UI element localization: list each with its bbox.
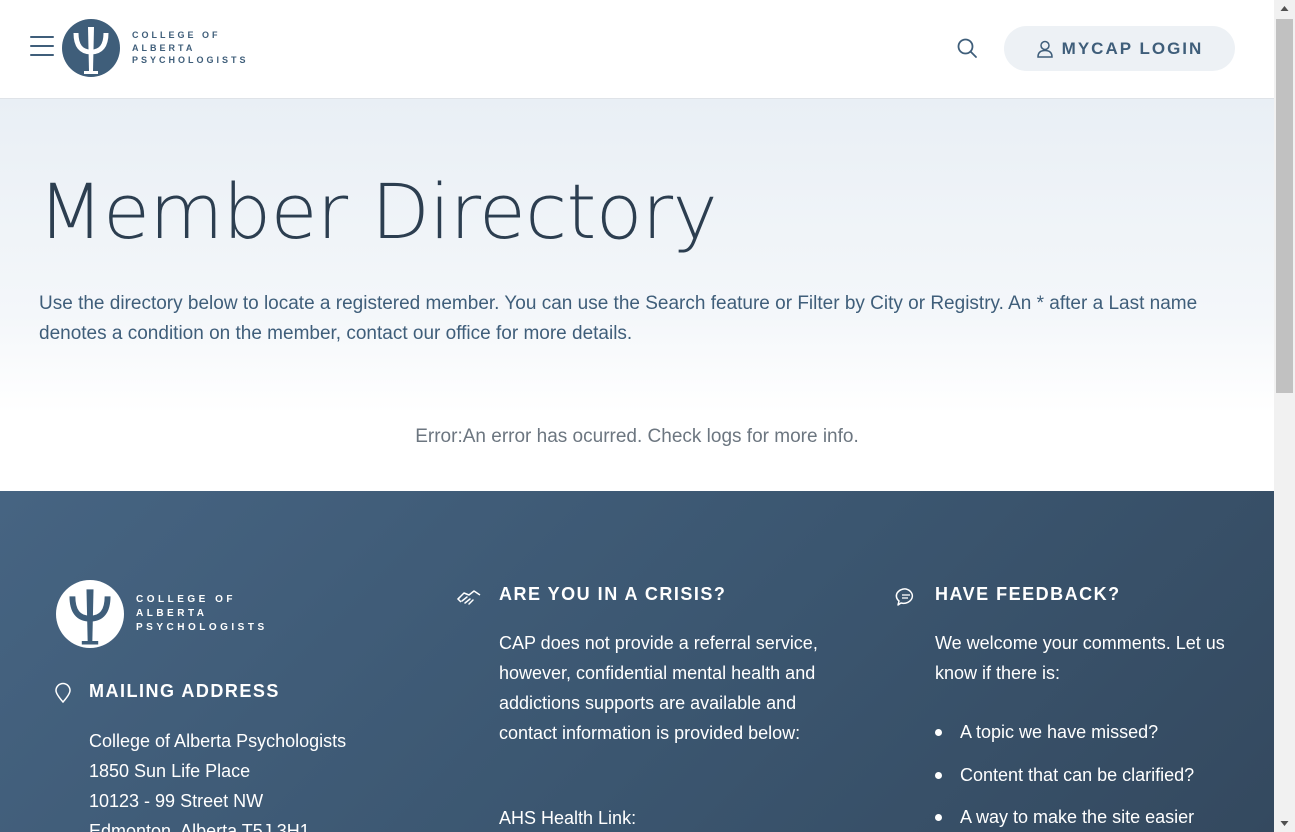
vertical-scrollbar[interactable] — [1274, 0, 1295, 832]
address-line: 10123 - 99 Street NW — [89, 791, 264, 811]
mailing-address: College of Alberta Psychologists 1850 Su… — [89, 726, 346, 832]
handshake-icon — [456, 590, 481, 605]
footer-logo-text: COLLEGE OF ALBERTA PSYCHOLOGISTS — [136, 593, 268, 635]
psi-logo-icon — [62, 19, 120, 77]
scrollbar-thumb[interactable] — [1276, 19, 1293, 393]
error-message: Error:An error has ocurred. Check logs f… — [415, 426, 859, 447]
feedback-title: HAVE FEEDBACK? — [935, 584, 1121, 604]
logo-line: ALBERTA — [136, 608, 208, 619]
site-footer: COLLEGE OF ALBERTA PSYCHOLOGISTS MAILING… — [0, 491, 1274, 832]
user-icon — [1036, 40, 1053, 58]
logo-line: COLLEGE OF — [132, 30, 221, 41]
page-title: Member Directory — [38, 167, 718, 256]
ahs-health-link: AHS Health Link: — [499, 808, 637, 828]
scroll-up-arrow-icon[interactable] — [1274, 0, 1295, 17]
logo-text: COLLEGE OF ALBERTA PSYCHOLOGISTS — [132, 29, 249, 67]
psi-logo-icon — [56, 580, 124, 648]
crisis-title: ARE YOU IN A CRISIS? — [499, 584, 727, 604]
logo-line: ALBERTA — [132, 42, 196, 53]
mycap-login-button[interactable]: MYCAP LOGIN — [1004, 26, 1235, 71]
address-line: 1850 Sun Life Place — [89, 761, 251, 781]
hero-section: Member Directory Use the directory below… — [0, 99, 1274, 491]
chat-bubble-icon — [895, 588, 914, 606]
footer-logo[interactable]: COLLEGE OF ALBERTA PSYCHOLOGISTS — [56, 580, 268, 648]
intro-text: Use the directory below to locate a regi… — [39, 293, 1198, 344]
site-header: COLLEGE OF ALBERTA PSYCHOLOGISTS MYCAP L… — [0, 0, 1274, 99]
feedback-list: A topic we have missed? Content that can… — [935, 717, 1194, 832]
crisis-text: CAP does not provide a referral service,… — [499, 633, 818, 743]
hamburger-menu-icon[interactable] — [30, 36, 54, 58]
login-label: MYCAP LOGIN — [1061, 38, 1204, 58]
site-logo[interactable]: COLLEGE OF ALBERTA PSYCHOLOGISTS — [62, 19, 249, 77]
list-item: A topic we have missed? — [935, 717, 1194, 760]
list-item: A way to make the site easier — [935, 802, 1194, 832]
address-line: College of Alberta Psychologists — [89, 731, 347, 751]
search-icon[interactable] — [955, 36, 979, 60]
logo-line: COLLEGE OF — [136, 594, 236, 605]
list-item: Content that can be clarified? — [935, 760, 1194, 803]
scroll-down-arrow-icon[interactable] — [1274, 815, 1295, 832]
logo-line: PSYCHOLOGISTS — [136, 622, 268, 633]
feedback-text: We welcome your comments. Let us know if… — [935, 633, 1225, 683]
address-line: Edmonton, Alberta T5J 3H1 — [89, 821, 310, 832]
logo-line: PSYCHOLOGISTS — [132, 55, 249, 66]
map-pin-icon — [55, 682, 71, 704]
mailing-address-title: MAILING ADDRESS — [89, 681, 280, 701]
